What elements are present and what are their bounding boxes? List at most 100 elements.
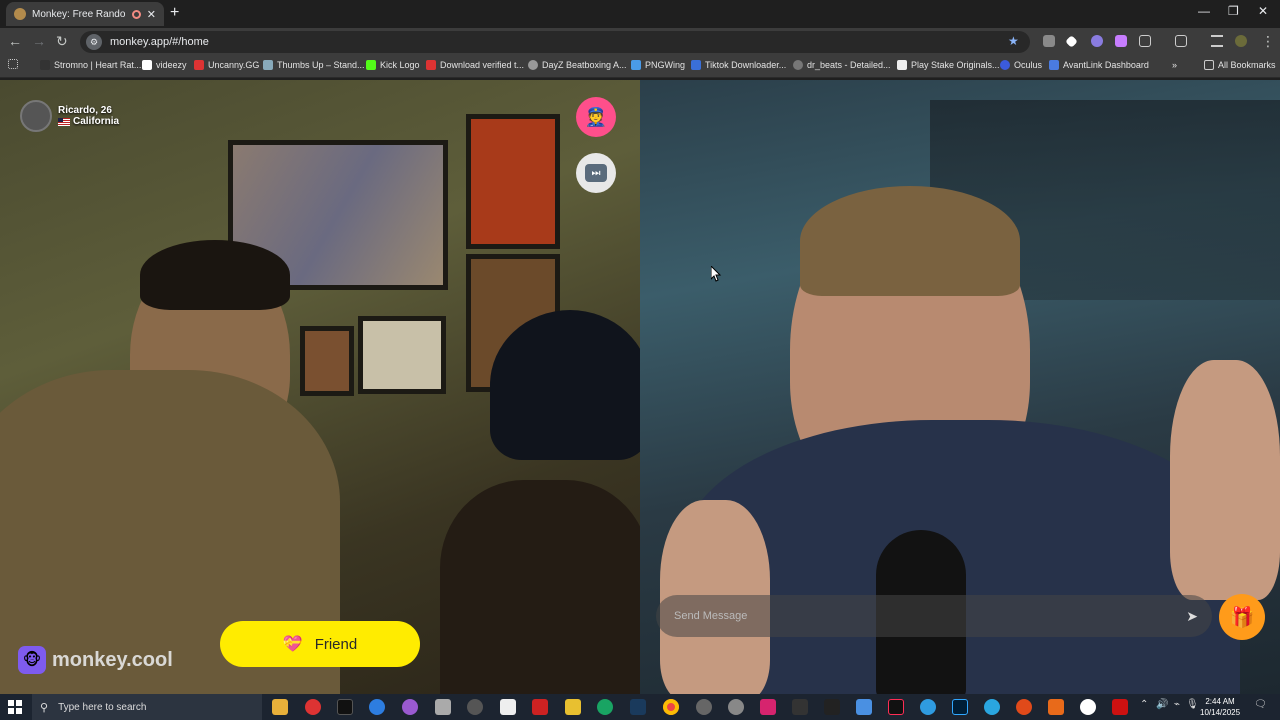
person-hair bbox=[140, 240, 290, 310]
tray-chevron-icon[interactable]: ⌃ bbox=[1140, 699, 1148, 710]
friend-button[interactable]: 💝 Friend bbox=[220, 621, 420, 667]
bookmark-star-icon[interactable]: ★ bbox=[1008, 34, 1019, 48]
app-icon[interactable] bbox=[728, 699, 744, 715]
instagram-icon[interactable] bbox=[760, 699, 776, 715]
bookmark-item[interactable]: AvantLink Dashboard bbox=[1049, 60, 1149, 70]
side-panel-icon[interactable] bbox=[1175, 35, 1187, 47]
app-icon[interactable] bbox=[1112, 699, 1128, 715]
app-icon[interactable] bbox=[792, 699, 808, 715]
message-input[interactable] bbox=[674, 610, 1187, 622]
extensions-puzzle-icon[interactable] bbox=[1139, 35, 1151, 47]
taskbar-clock[interactable]: 2:44 AM 10/14/2025 bbox=[1200, 696, 1240, 718]
extension-purple-icon[interactable] bbox=[1091, 35, 1103, 47]
app-icon[interactable] bbox=[856, 699, 872, 715]
file-explorer-icon[interactable] bbox=[272, 699, 288, 715]
skip-button[interactable]: ⏭ bbox=[576, 153, 616, 193]
telegram-icon[interactable] bbox=[984, 699, 1000, 715]
tiktok-icon[interactable] bbox=[337, 699, 353, 715]
restore-icon[interactable]: ❐ bbox=[1228, 4, 1239, 18]
police-officer-icon: 👮 bbox=[584, 106, 608, 127]
edge-icon[interactable] bbox=[920, 699, 936, 715]
url-text[interactable]: monkey.app/#/home bbox=[110, 36, 209, 48]
apps-grid-icon[interactable] bbox=[8, 59, 18, 69]
taskbar-search[interactable]: ⚲ Type here to search bbox=[32, 694, 262, 720]
host-right-hand bbox=[1170, 360, 1280, 600]
new-tab-button[interactable]: + bbox=[170, 4, 179, 22]
bookmark-item[interactable]: dr_beats - Detailed... bbox=[793, 60, 891, 70]
beats-icon bbox=[793, 60, 803, 70]
extension-sparkle-icon[interactable] bbox=[1115, 35, 1127, 47]
site-info-icon[interactable]: ⚙ bbox=[86, 34, 102, 50]
bookmark-item[interactable]: Download verified t... bbox=[426, 60, 524, 70]
monkey-icon: 🐵 bbox=[18, 646, 46, 674]
second-person bbox=[440, 480, 640, 694]
app-icon[interactable] bbox=[467, 699, 483, 715]
local-video: ➤ 🎁 bbox=[640, 80, 1280, 694]
network-icon[interactable]: ⌁ bbox=[1174, 699, 1180, 710]
message-bar[interactable]: ➤ bbox=[656, 595, 1212, 637]
more-bookmarks-icon[interactable]: » bbox=[1172, 60, 1177, 70]
app-icon[interactable] bbox=[402, 699, 418, 715]
minimize-icon[interactable]: — bbox=[1198, 4, 1210, 18]
bookmark-item[interactable]: Play Stake Originals... bbox=[897, 60, 1000, 70]
app-icon[interactable] bbox=[1080, 699, 1096, 715]
browser-tab[interactable]: Monkey: Free Random Vide ✕ bbox=[6, 2, 164, 26]
extension-diamond-icon[interactable] bbox=[1065, 35, 1078, 48]
notifications-icon[interactable]: 🗨 bbox=[1254, 699, 1267, 710]
windows-taskbar: ⚲ Type here to search ⌃ 🔊 ⌁ 🎙 2:44 AM 10… bbox=[0, 694, 1280, 720]
media-controls-icon[interactable] bbox=[1211, 35, 1223, 47]
all-bookmarks-button[interactable]: All Bookmarks bbox=[1204, 60, 1276, 70]
bookmark-item[interactable]: PNGWing bbox=[631, 60, 685, 70]
small-frame bbox=[300, 326, 354, 396]
chrome-menu-icon[interactable]: ⋮ bbox=[1261, 33, 1275, 50]
tiktok-icon[interactable] bbox=[888, 699, 904, 715]
app-icon[interactable] bbox=[305, 699, 321, 715]
bookmark-item[interactable]: Stromno | Heart Rat... bbox=[40, 60, 141, 70]
peer-profile[interactable]: Ricardo, 26 California bbox=[20, 100, 119, 132]
close-tab-icon[interactable]: ✕ bbox=[147, 8, 156, 21]
tab-title: Monkey: Free Random Vide bbox=[32, 8, 126, 20]
windows-start-icon[interactable] bbox=[8, 700, 22, 714]
bookmarks-bar: Stromno | Heart Rat... videezy Uncanny.G… bbox=[0, 56, 1280, 78]
app-icon[interactable] bbox=[1048, 699, 1064, 715]
back-icon[interactable]: ← bbox=[8, 33, 22, 49]
volume-icon[interactable]: 🔊 bbox=[1156, 699, 1168, 710]
close-window-icon[interactable]: ✕ bbox=[1258, 4, 1268, 18]
bookmark-item[interactable]: Uncanny.GG bbox=[194, 60, 259, 70]
gift-button[interactable]: 🎁 bbox=[1219, 594, 1265, 640]
bookmark-item[interactable]: Thumbs Up – Stand... bbox=[263, 60, 365, 70]
bookmark-item[interactable]: Oculus bbox=[1000, 60, 1042, 70]
app-icon[interactable] bbox=[696, 699, 712, 715]
extension-icon[interactable] bbox=[1043, 35, 1055, 47]
app-icon[interactable] bbox=[1016, 699, 1032, 715]
oculus-icon bbox=[1000, 60, 1010, 70]
bookmark-item[interactable]: Tiktok Downloader... bbox=[691, 60, 786, 70]
globe-icon bbox=[528, 60, 538, 70]
photoshop-icon[interactable] bbox=[952, 699, 968, 715]
bookmark-item[interactable]: videezy bbox=[142, 60, 187, 70]
small-art-frame bbox=[358, 316, 446, 394]
bookmark-item[interactable]: Kick Logo bbox=[366, 60, 420, 70]
reload-icon[interactable]: ↻ bbox=[56, 33, 68, 50]
grammarly-icon[interactable] bbox=[597, 699, 613, 715]
epic-games-icon[interactable] bbox=[824, 699, 840, 715]
chrome-icon[interactable] bbox=[663, 699, 679, 715]
stake-icon bbox=[897, 60, 907, 70]
avatar[interactable] bbox=[20, 100, 52, 132]
app-icon[interactable] bbox=[532, 699, 548, 715]
bookmark-item[interactable]: DayZ Beatboxing A... bbox=[528, 60, 627, 70]
document-icon[interactable] bbox=[500, 699, 516, 715]
steam-icon[interactable] bbox=[630, 699, 646, 715]
microphone-icon[interactable]: 🎙 bbox=[1186, 699, 1199, 710]
profile-avatar[interactable] bbox=[1235, 35, 1247, 47]
app-icon[interactable] bbox=[369, 699, 385, 715]
app-icon[interactable] bbox=[565, 699, 581, 715]
address-bar[interactable]: ⚙ monkey.app/#/home bbox=[80, 31, 1030, 53]
forward-icon[interactable]: → bbox=[32, 33, 46, 49]
brand-text: monkey.cool bbox=[52, 648, 173, 671]
recording-icon bbox=[131, 9, 141, 19]
send-icon[interactable]: ➤ bbox=[1186, 608, 1198, 625]
heart-icon bbox=[40, 60, 50, 70]
app-icon[interactable] bbox=[435, 699, 451, 715]
report-button[interactable]: 👮 bbox=[576, 97, 616, 137]
